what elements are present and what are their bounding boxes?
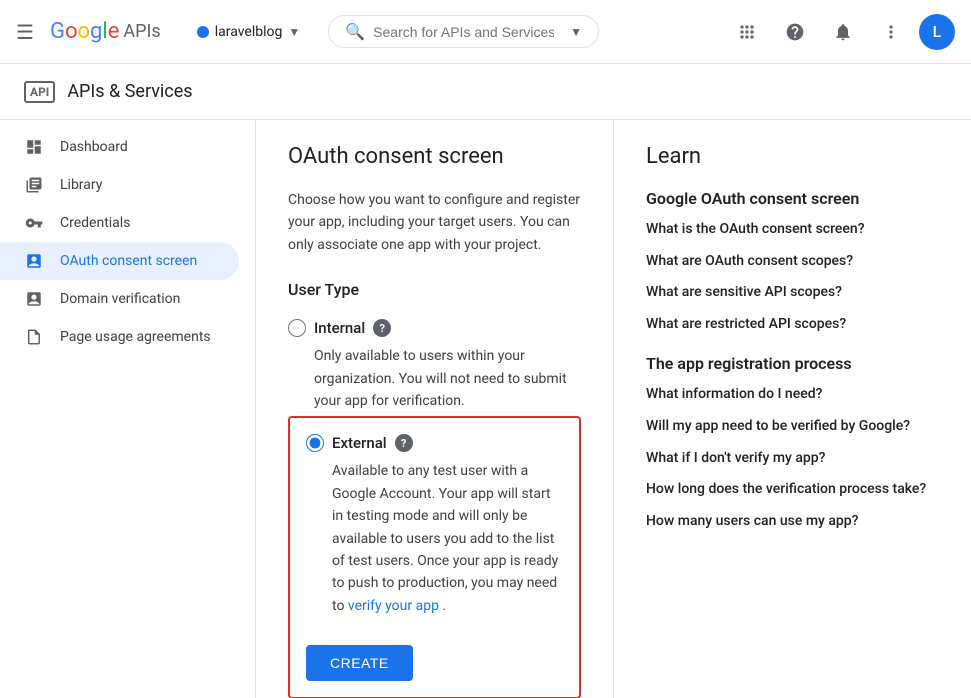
sidebar-item-library[interactable]: Library (0, 166, 239, 204)
learn-link2-1[interactable]: Will my app need to be verified by Googl… (646, 417, 939, 437)
external-desc-part2: . (442, 598, 446, 614)
verify-link[interactable]: verify your app (348, 598, 439, 614)
learn-link2-2[interactable]: What if I don't verify my app? (646, 449, 939, 469)
external-description: Available to any test user with a Google… (332, 460, 563, 617)
sidebar-label-domain-verification: Domain verification (60, 291, 180, 307)
project-name: laravelblog (215, 24, 283, 40)
help-icon[interactable] (775, 12, 815, 52)
external-option: External ? Available to any test user wi… (306, 434, 563, 617)
search-bar[interactable]: 🔍 ▼ (328, 15, 599, 48)
sidebar-label-dashboard: Dashboard (60, 139, 128, 155)
internal-radio-row: Internal ? (288, 319, 581, 337)
learn-section1-title: Google OAuth consent screen (646, 189, 939, 208)
project-selector[interactable]: laravelblog ▼ (189, 20, 309, 44)
sidebar-label-library: Library (60, 177, 102, 193)
internal-label: Internal (314, 319, 365, 337)
section-title: APIs & Services (67, 81, 192, 102)
topbar: ☰ Google APIs laravelblog ▼ 🔍 ▼ L (0, 0, 971, 64)
search-input[interactable] (373, 24, 554, 40)
apis-text: APIs (123, 21, 160, 42)
learn-link-3[interactable]: What are restricted API scopes? (646, 315, 939, 335)
sidebar-label-credentials: Credentials (60, 215, 130, 231)
notifications-icon[interactable] (823, 12, 863, 52)
learn-link2-3[interactable]: How long does the verification process t… (646, 480, 939, 500)
api-chip-label: API (24, 81, 55, 103)
sidebar-item-dashboard[interactable]: Dashboard (0, 128, 239, 166)
credentials-icon (24, 214, 44, 232)
library-icon (24, 176, 44, 194)
sidebar-item-page-usage[interactable]: Page usage agreements (0, 318, 239, 356)
search-expand-icon: ▼ (570, 25, 582, 39)
learn-link-0[interactable]: What is the OAuth consent screen? (646, 220, 939, 240)
content-description: Choose how you want to configure and reg… (288, 189, 581, 256)
sidebar-item-domain-verification[interactable]: Domain verification (0, 280, 239, 318)
internal-option: Internal ? Only available to users withi… (288, 315, 581, 416)
internal-help-icon[interactable]: ? (373, 319, 391, 337)
external-desc-part1: Available to any test user with a Google… (332, 463, 558, 613)
external-label: External (332, 434, 387, 452)
project-caret-icon: ▼ (288, 25, 300, 39)
user-type-label: User Type (288, 280, 581, 299)
oauth-icon (24, 252, 44, 270)
external-help-icon[interactable]: ? (395, 434, 413, 452)
sidebar-item-oauth-consent[interactable]: OAuth consent screen (0, 242, 239, 280)
learn-link2-0[interactable]: What information do I need? (646, 385, 939, 405)
external-option-box: External ? Available to any test user wi… (288, 416, 581, 698)
internal-description: Only available to users within your orga… (314, 345, 581, 412)
avatar[interactable]: L (919, 14, 955, 50)
content-title: OAuth consent screen (288, 144, 581, 169)
learn-panel: Learn Google OAuth consent screen What i… (614, 120, 971, 698)
learn-link-1[interactable]: What are OAuth consent scopes? (646, 252, 939, 272)
create-button[interactable]: CREATE (306, 645, 413, 681)
api-chip: API (24, 81, 55, 103)
external-radio[interactable] (306, 434, 324, 452)
main-layout: Dashboard Library Credentials OAuth cons… (0, 120, 971, 698)
sidebar-label-page-usage: Page usage agreements (60, 329, 211, 345)
learn-link-2[interactable]: What are sensitive API scopes? (646, 283, 939, 303)
google-wordmark: Google (50, 19, 119, 44)
project-dot (197, 26, 209, 38)
sidebar-item-credentials[interactable]: Credentials (0, 204, 239, 242)
learn-title: Learn (646, 144, 939, 169)
sidebar: Dashboard Library Credentials OAuth cons… (0, 120, 256, 698)
domain-icon (24, 290, 44, 308)
subbar: API APIs & Services (0, 64, 971, 120)
more-vert-icon[interactable] (871, 12, 911, 52)
search-icon: 🔍 (345, 22, 365, 41)
dashboard-icon (24, 138, 44, 156)
google-logo: Google APIs (50, 19, 161, 44)
learn-section2-title: The app registration process (646, 354, 939, 373)
menu-icon[interactable]: ☰ (16, 20, 34, 44)
learn-link2-4[interactable]: How many users can use my app? (646, 512, 939, 532)
topbar-icons: L (727, 12, 955, 52)
apps-icon[interactable] (727, 12, 767, 52)
sidebar-label-oauth-consent: OAuth consent screen (60, 253, 197, 269)
content-area: OAuth consent screen Choose how you want… (256, 120, 614, 698)
external-radio-row: External ? (306, 434, 563, 452)
page-icon (24, 328, 44, 346)
internal-radio[interactable] (288, 319, 306, 337)
